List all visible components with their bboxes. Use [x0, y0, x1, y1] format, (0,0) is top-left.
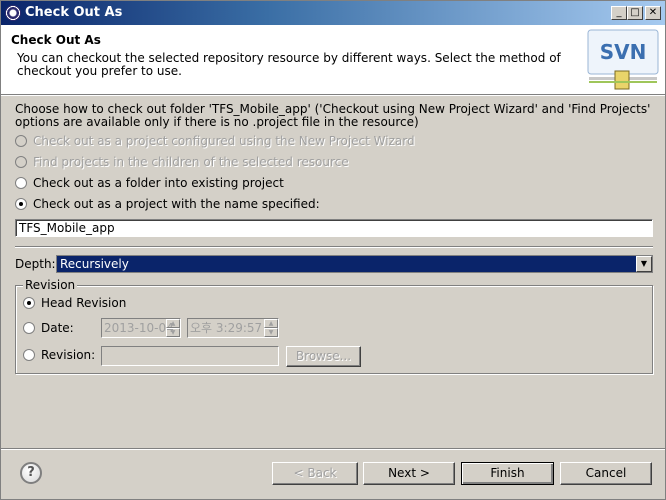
revision-input[interactable]	[101, 346, 279, 366]
option-new-project-wizard[interactable]: Check out as a project configured using …	[15, 134, 415, 148]
window-title: Check Out As	[25, 5, 123, 20]
wizard-header: Check Out As You can checkout the select…	[1, 25, 665, 94]
option-label: Head Revision	[41, 296, 127, 310]
radio-button[interactable]	[15, 177, 27, 189]
depth-label: Depth:	[15, 257, 56, 271]
radio-button[interactable]	[23, 297, 35, 309]
eclipse-icon	[5, 5, 21, 21]
next-button[interactable]: Next >	[363, 462, 455, 485]
radio-button[interactable]	[15, 156, 27, 168]
option-head-revision[interactable]: Head Revision	[23, 296, 126, 310]
chevron-down-icon[interactable]: ▼	[636, 256, 652, 272]
cancel-button[interactable]: Cancel	[560, 462, 652, 485]
time-value: 오후 3:29:57	[190, 321, 263, 335]
page-description: You can checkout the selected repository…	[17, 51, 561, 78]
help-icon[interactable]: ?	[20, 462, 42, 484]
spinner-arrows-icon[interactable]: ▲ ▼	[166, 319, 180, 337]
option-revision[interactable]: Revision:	[23, 348, 95, 362]
option-label: Find projects in the children of the sel…	[33, 155, 349, 169]
browse-button[interactable]: Browse...	[286, 346, 361, 367]
title-bar[interactable]: Check Out As _ □ ✕	[1, 1, 665, 25]
finish-button[interactable]: Finish	[461, 462, 554, 485]
depth-select[interactable]: Recursively ▼	[56, 255, 653, 273]
option-label: Revision:	[41, 348, 96, 362]
option-label: Check out as a folder into existing proj…	[33, 176, 284, 190]
time-picker[interactable]: 오후 3:29:57 ▲ ▼	[187, 318, 279, 338]
radio-button[interactable]	[23, 322, 35, 334]
option-label: Check out as a project configured using …	[33, 134, 415, 148]
svn-logo-icon: SVN	[587, 29, 659, 90]
page-title: Check Out As	[11, 33, 101, 47]
maximize-button[interactable]: □	[627, 6, 643, 20]
intro-text: Choose how to check out folder 'TFS_Mobi…	[15, 102, 651, 129]
minimize-button[interactable]: _	[611, 6, 627, 20]
header-separator	[1, 94, 665, 96]
depth-value: Recursively	[60, 257, 129, 271]
option-find-projects[interactable]: Find projects in the children of the sel…	[15, 155, 349, 169]
option-folder-existing-project[interactable]: Check out as a folder into existing proj…	[15, 176, 284, 190]
date-value: 2013-10-04	[104, 321, 174, 335]
svn-logo-text: SVN	[600, 40, 647, 64]
spinner-arrows-icon[interactable]: ▲ ▼	[264, 319, 278, 337]
footer-separator	[1, 448, 665, 450]
option-label: Check out as a project with the name spe…	[33, 197, 320, 211]
radio-button[interactable]	[23, 349, 35, 361]
option-label: Date:	[41, 321, 74, 335]
section-separator	[15, 246, 653, 248]
close-button[interactable]: ✕	[645, 6, 661, 20]
option-project-name-specified[interactable]: Check out as a project with the name spe…	[15, 197, 320, 211]
radio-button[interactable]	[15, 135, 27, 147]
option-date[interactable]: Date:	[23, 321, 74, 335]
date-picker[interactable]: 2013-10-04 ▲ ▼	[101, 318, 181, 338]
check-out-dialog: Check Out As _ □ ✕ Check Out As You can …	[0, 0, 666, 500]
project-name-input[interactable]: TFS_Mobile_app	[15, 219, 653, 237]
radio-button[interactable]	[15, 198, 27, 210]
back-button[interactable]: < Back	[272, 462, 358, 485]
revision-legend: Revision	[23, 278, 78, 292]
